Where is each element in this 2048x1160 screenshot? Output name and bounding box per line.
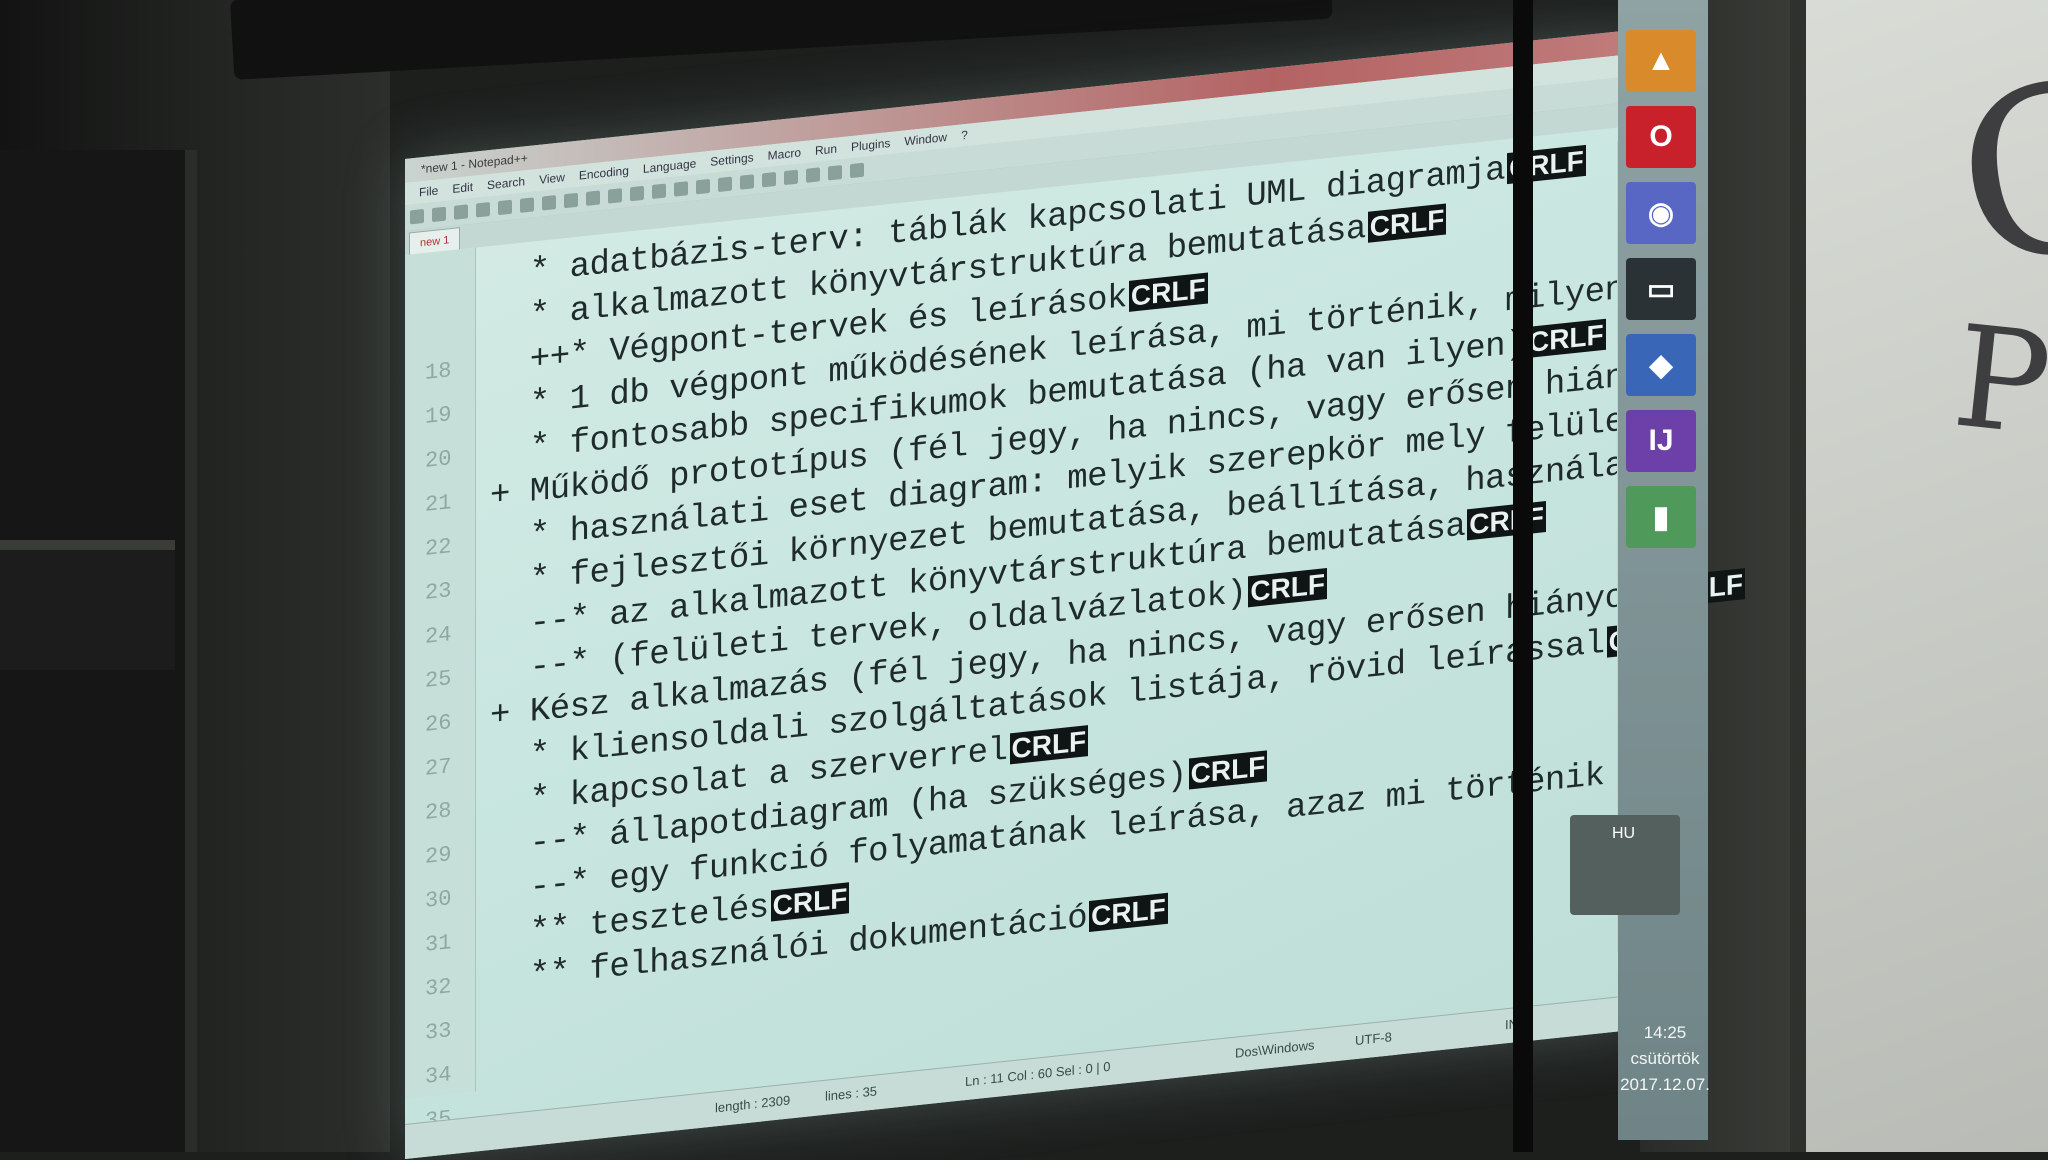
menu-item[interactable]: Edit: [452, 180, 473, 196]
replace-icon[interactable]: [674, 181, 688, 197]
paste-icon[interactable]: [586, 190, 600, 206]
eol-marker: CRLF: [1248, 568, 1327, 608]
stop-macro-icon[interactable]: [828, 165, 842, 181]
line-number: 32: [425, 974, 452, 1002]
status-eol-format: Dos\Windows: [1235, 1037, 1315, 1061]
eol-marker: CRLF: [1128, 272, 1208, 312]
eol-marker: CRLF: [1367, 203, 1447, 243]
clock-time: 14:25: [1643, 1023, 1687, 1042]
undo-icon[interactable]: [608, 188, 622, 204]
menu-item[interactable]: ?: [961, 128, 968, 143]
language-indicator[interactable]: HU: [1612, 825, 1635, 843]
cable: [1513, 0, 1533, 1152]
clock-date: 2017.12.07.: [1620, 1075, 1710, 1094]
play-macro-icon[interactable]: [850, 162, 864, 179]
close-icon[interactable]: [498, 199, 512, 216]
line-number: 21: [425, 490, 452, 518]
terminal-icon[interactable]: ▭: [1626, 258, 1696, 320]
menu-item[interactable]: Run: [815, 142, 837, 158]
show-all-chars-icon[interactable]: [762, 171, 776, 188]
eol-marker: CRLF: [1089, 892, 1168, 933]
line-number: 31: [425, 930, 452, 958]
projected-screen: *new 1 - Notepad++ File Edit Search View Enc…: [395, 0, 1745, 1159]
print-icon[interactable]: [520, 197, 534, 213]
redo-icon[interactable]: [630, 185, 644, 202]
line-number: 23: [425, 578, 452, 606]
status-encoding: UTF-8: [1355, 1029, 1392, 1049]
chart-app-icon[interactable]: ▮: [1626, 486, 1696, 548]
save-all-icon[interactable]: [476, 202, 490, 218]
indent-guide-icon[interactable]: [784, 169, 798, 186]
visual-studio-icon[interactable]: ◆: [1626, 334, 1696, 396]
line-number: 26: [425, 710, 452, 738]
status-length: length : 2309: [715, 1092, 791, 1116]
status-lines: lines : 35: [825, 1083, 878, 1104]
line-number: 20: [425, 446, 452, 474]
line-number: 28: [425, 798, 452, 826]
zoom-in-icon[interactable]: [696, 178, 710, 195]
menu-item[interactable]: Encoding: [579, 163, 629, 182]
zoom-out-icon[interactable]: [718, 176, 732, 193]
clock-day: csütörtök: [1630, 1049, 1700, 1068]
line-number: 29: [425, 842, 452, 870]
wrap-icon[interactable]: [740, 174, 754, 190]
menu-item[interactable]: File: [419, 183, 438, 199]
discord-icon[interactable]: ◉: [1626, 182, 1696, 244]
menu-item[interactable]: Language: [643, 156, 696, 176]
cut-icon[interactable]: [542, 195, 556, 211]
copy-icon[interactable]: [564, 192, 578, 209]
menu-item[interactable]: Settings: [710, 150, 753, 169]
new-file-icon[interactable]: [410, 208, 424, 225]
opera-icon[interactable]: O: [1626, 106, 1696, 168]
line-number: 33: [425, 1018, 452, 1046]
find-icon[interactable]: [652, 183, 666, 199]
notepad-window: *new 1 - Notepad++ File Edit Search View Enc…: [405, 28, 1745, 1159]
open-file-icon[interactable]: [432, 206, 446, 223]
line-number: 25: [425, 666, 452, 694]
eol-marker: CRLF: [770, 882, 850, 922]
language-tray[interactable]: HU: [1570, 815, 1680, 915]
line-number: 18: [425, 358, 452, 386]
line-number: 19: [425, 402, 452, 430]
status-position: Ln : 11 Col : 60 Sel : 0 | 0: [965, 1058, 1111, 1090]
eol-marker: CRLF: [1467, 501, 1546, 541]
door-frame: [0, 150, 197, 1152]
menu-item[interactable]: Window: [904, 130, 947, 148]
line-number: 22: [425, 534, 452, 562]
save-icon[interactable]: [454, 204, 468, 220]
line-number: 24: [425, 622, 452, 650]
eol-marker: CRLF: [1009, 725, 1089, 765]
record-macro-icon[interactable]: [806, 167, 820, 183]
menu-item[interactable]: Macro: [768, 145, 801, 163]
menu-item[interactable]: Plugins: [851, 136, 890, 154]
menu-item[interactable]: Search: [487, 174, 525, 192]
eol-marker: CRLF: [1188, 750, 1268, 790]
line-number: 30: [425, 886, 452, 914]
intellij-icon[interactable]: IJ: [1626, 410, 1696, 472]
whiteboard-letter-p: P: [1946, 295, 2048, 468]
taskbar-clock[interactable]: 14:25 csütörtök 2017.12.07.: [1620, 1020, 1710, 1098]
vlc-icon[interactable]: ▲: [1626, 30, 1696, 92]
line-number: 27: [425, 754, 452, 782]
eol-marker: CRLF: [1526, 318, 1606, 359]
taskbar: ▲ O ◉ ▭ ◆ IJ ▮: [1618, 0, 1708, 1140]
line-number: 34: [425, 1062, 452, 1090]
status-bar: length : 2309 lines : 35 Ln : 11 Col : 6…: [405, 993, 1645, 1159]
menu-item[interactable]: View: [539, 170, 565, 187]
line-number-gutter: 181920212223242526272829303132333435: [405, 247, 476, 1134]
